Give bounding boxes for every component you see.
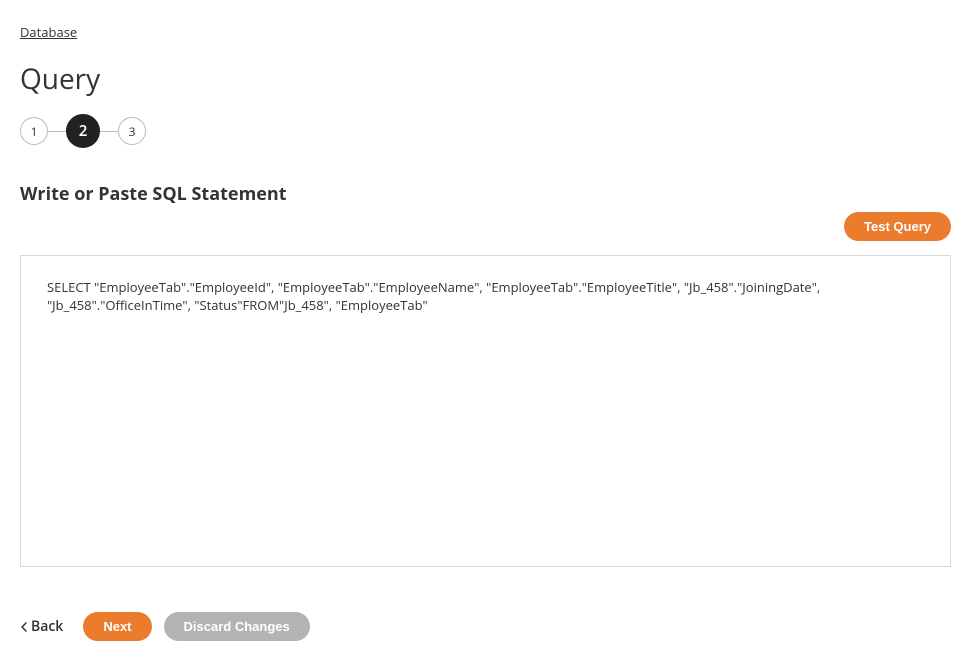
step-1[interactable]: 1 <box>20 117 48 145</box>
wizard-stepper: 1 2 3 <box>20 114 951 148</box>
breadcrumb-database[interactable]: Database <box>20 23 77 41</box>
sql-statement-input[interactable] <box>20 255 951 567</box>
back-label: Back <box>31 617 63 636</box>
discard-changes-button[interactable]: Discard Changes <box>164 612 310 641</box>
chevron-left-icon <box>20 622 27 632</box>
test-query-button[interactable]: Test Query <box>844 212 951 241</box>
next-button[interactable]: Next <box>83 612 151 641</box>
page-title: Query <box>20 60 951 98</box>
step-connector <box>100 131 118 132</box>
step-connector <box>48 131 66 132</box>
step-2[interactable]: 2 <box>66 114 100 148</box>
section-heading-sql: Write or Paste SQL Statement <box>20 182 951 206</box>
back-button[interactable]: Back <box>20 617 71 636</box>
step-3[interactable]: 3 <box>118 117 146 145</box>
